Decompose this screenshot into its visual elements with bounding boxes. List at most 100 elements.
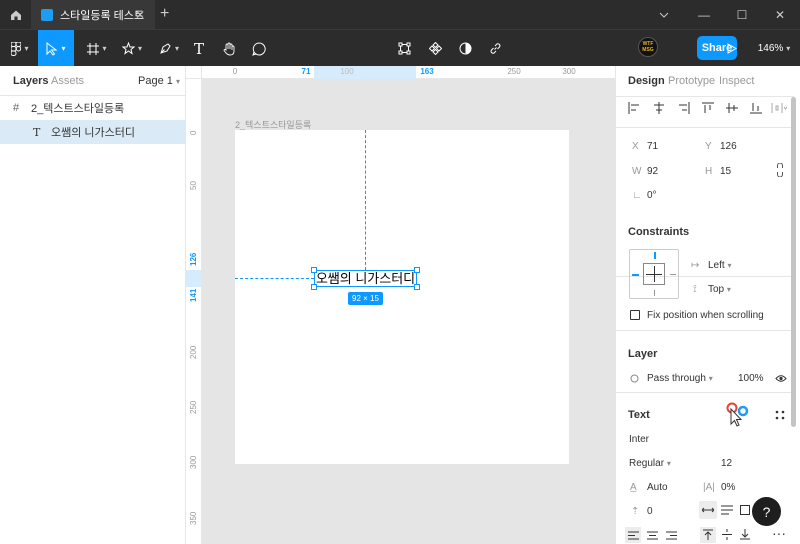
fix-position-checkbox[interactable] <box>630 310 640 320</box>
user-avatar[interactable]: WTF MSG <box>638 37 658 57</box>
mask-button[interactable] <box>455 30 475 67</box>
text-tool-button[interactable]: T <box>188 30 210 67</box>
y-input[interactable]: 126 <box>720 141 737 152</box>
chevron-down-icon[interactable] <box>648 0 680 29</box>
components-button[interactable] <box>425 30 445 67</box>
distribute-icon[interactable] <box>771 102 787 114</box>
paragraph-spacing-input[interactable]: 0 <box>647 506 653 517</box>
ruler-tick-selected-start: 71 <box>301 67 311 76</box>
present-button[interactable] <box>722 30 742 67</box>
figma-logo-icon <box>11 41 22 56</box>
rotation-input[interactable]: 0° <box>647 190 657 201</box>
opacity-input[interactable]: 100% <box>738 373 764 384</box>
create-component-button[interactable] <box>394 30 414 67</box>
fixed-size-button[interactable] <box>740 505 750 515</box>
panel-scrollbar[interactable] <box>791 97 796 427</box>
close-tab-icon[interactable]: ✕ <box>135 8 145 22</box>
new-tab-button[interactable]: + <box>160 5 169 23</box>
selected-text-layer[interactable]: 오쌤의 니가스터디 <box>314 270 417 287</box>
styles-grid-icon[interactable] <box>775 410 785 420</box>
align-center-vertical-icon[interactable] <box>726 102 738 114</box>
pen-tool-button[interactable]: ▾ <box>155 30 183 67</box>
hand-tool-button[interactable] <box>218 30 240 67</box>
constraint-right-indicator[interactable] <box>670 274 676 275</box>
shape-tool-button[interactable]: ▾ <box>118 30 146 67</box>
frame-tool-button[interactable]: ▾ <box>80 30 114 67</box>
fix-position-label: Fix position when scrolling <box>647 310 764 321</box>
constrain-proportions-icon[interactable] <box>776 163 784 177</box>
tab-design[interactable]: Design <box>628 75 665 87</box>
resize-handle[interactable] <box>311 284 317 290</box>
more-options-icon[interactable]: ··· <box>772 525 786 541</box>
tab-layers[interactable]: Layers <box>13 75 48 87</box>
help-button[interactable]: ? <box>752 497 781 526</box>
horizontal-constraint-icon: ↦ <box>691 260 700 271</box>
font-size-input[interactable]: 12 <box>721 458 732 469</box>
align-left-icon[interactable] <box>628 102 640 114</box>
alignment-section <box>616 97 794 128</box>
align-right-icon[interactable] <box>678 102 690 114</box>
blend-mode-dropdown[interactable]: Pass through ▾ <box>647 373 713 384</box>
maximize-button[interactable]: ☐ <box>726 0 758 29</box>
y-label: Y <box>705 141 712 152</box>
x-input[interactable]: 71 <box>647 141 658 152</box>
resize-handle[interactable] <box>414 267 420 273</box>
horizontal-constraint-dropdown[interactable]: Left ▾ <box>708 260 731 271</box>
file-tab[interactable]: 스타일등록 테스트 ✕ <box>31 0 155 29</box>
line-height-icon: A̲ <box>630 482 637 493</box>
frame-icon <box>87 42 100 55</box>
size-badge: 92 × 15 <box>348 292 383 305</box>
text-align-center-icon[interactable] <box>647 531 658 540</box>
resize-handle[interactable] <box>311 267 317 273</box>
comment-icon <box>252 41 266 56</box>
align-center-horizontal-icon[interactable] <box>653 102 665 114</box>
align-middle-arrow-icon[interactable] <box>722 529 732 540</box>
window-close-button[interactable]: ✕ <box>764 0 796 29</box>
align-bottom-arrow-icon[interactable] <box>740 529 750 540</box>
auto-width-button[interactable] <box>699 501 717 519</box>
toolbar: ▾ ▾ ▾ ▾ ▾ T WTF MSG Share 146% ▾ <box>0 29 800 67</box>
text-align-right-icon[interactable] <box>666 531 677 540</box>
zoom-dropdown[interactable]: 146% ▾ <box>752 30 796 67</box>
resize-handle[interactable] <box>414 284 420 290</box>
minimize-button[interactable]: — <box>688 0 720 29</box>
auto-height-icon[interactable] <box>721 505 733 515</box>
font-family-dropdown[interactable]: Inter <box>629 434 649 445</box>
layer-row-text[interactable]: T 오쌤의 니가스터디 <box>0 120 185 144</box>
paragraph-spacing-icon: ⇡ <box>631 506 640 517</box>
height-input[interactable]: 15 <box>720 166 731 177</box>
comment-tool-button[interactable] <box>248 30 270 67</box>
collaborator-cursor-icon <box>726 402 749 427</box>
constraints-widget[interactable] <box>629 249 679 299</box>
frame[interactable] <box>235 130 569 464</box>
tab-inspect[interactable]: Inspect <box>719 75 754 87</box>
constraint-top-indicator[interactable] <box>654 252 656 259</box>
align-bottom-icon[interactable] <box>750 102 762 114</box>
eye-icon[interactable] <box>775 374 787 383</box>
home-button[interactable] <box>0 0 31 29</box>
width-input[interactable]: 92 <box>647 166 658 177</box>
component-frame-icon <box>398 42 410 55</box>
measure-guide-horizontal <box>235 278 314 279</box>
text-title: Text <box>628 409 650 421</box>
letter-spacing-input[interactable]: 0% <box>721 482 735 493</box>
font-weight-value: Regular <box>629 458 665 469</box>
vertical-constraint-dropdown[interactable]: Top ▾ <box>708 284 731 295</box>
align-top-icon[interactable] <box>702 102 714 114</box>
font-weight-dropdown[interactable]: Regular ▾ <box>629 458 671 469</box>
tab-prototype[interactable]: Prototype <box>668 75 715 87</box>
layer-section: Layer Pass through ▾ 100% <box>616 331 794 393</box>
layer-row-frame[interactable]: # 2_텍스트스타일등록 <box>0 96 185 120</box>
tab-assets[interactable]: Assets <box>51 75 84 87</box>
figma-file-icon <box>41 8 53 21</box>
move-tool-button[interactable]: ▾ <box>38 30 74 67</box>
vertical-ruler: 0 50 126 141 200 250 300 350 <box>186 79 202 544</box>
link-button[interactable] <box>485 30 505 67</box>
ruler-tick: 50 <box>189 181 198 190</box>
letter-spacing-icon: |A| <box>703 482 715 493</box>
line-height-input[interactable]: Auto <box>647 482 668 493</box>
page-selector[interactable]: Page 1 ▾ <box>138 75 180 87</box>
constraint-bottom-indicator[interactable] <box>654 290 655 296</box>
constraint-left-indicator[interactable] <box>632 274 639 276</box>
main-menu-button[interactable]: ▾ <box>4 30 36 67</box>
